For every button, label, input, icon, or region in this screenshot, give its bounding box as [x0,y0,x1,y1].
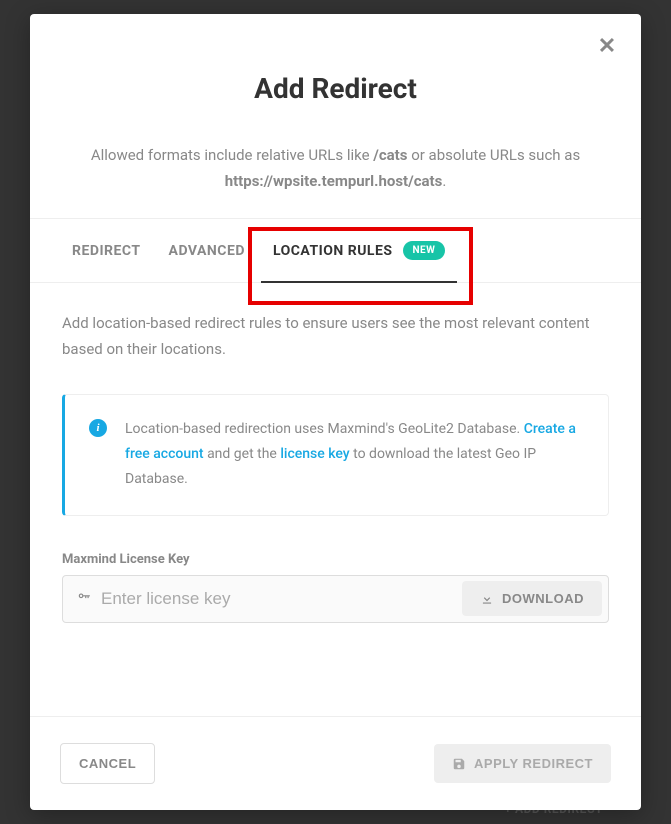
subtitle-bold: /cats [373,146,407,164]
download-button-label: DOWNLOAD [502,591,584,606]
new-badge: NEW [403,241,446,260]
download-icon [480,592,494,606]
license-key-input-row: DOWNLOAD [62,575,609,623]
apply-button-label: APPLY REDIRECT [474,756,593,771]
info-icon: i [89,419,107,437]
subtitle-text: or absolute URLs such as [407,146,580,164]
tabs-nav: REDIRECT ADVANCED LOCATION RULES NEW [30,218,641,283]
close-button[interactable]: ✕ [595,36,619,60]
tab-redirect[interactable]: REDIRECT [58,219,155,282]
body-intro-text: Add location-based redirect rules to ens… [62,311,609,362]
tab-location-rules[interactable]: LOCATION RULES NEW [259,219,460,282]
apply-redirect-button[interactable]: APPLY REDIRECT [434,744,611,783]
info-box: i Location-based redirection uses Maxmin… [62,394,609,516]
key-icon [77,590,91,608]
cancel-button[interactable]: CANCEL [60,743,155,784]
close-icon: ✕ [598,34,616,59]
info-text: Location-based redirection uses Maxmind'… [125,417,584,493]
save-icon [452,757,466,771]
license-key-link[interactable]: license key [280,446,349,462]
add-redirect-modal: ✕ Add Redirect Allowed formats include r… [30,14,641,810]
license-key-label: Maxmind License Key [62,552,609,567]
modal-footer: CANCEL APPLY REDIRECT [30,716,641,810]
subtitle-text: . [442,172,446,190]
modal-body: Add location-based redirect rules to ens… [30,283,641,716]
license-key-input[interactable] [101,576,462,622]
tab-advanced[interactable]: ADVANCED [155,219,259,282]
modal-subtitle: Allowed formats include relative URLs li… [71,143,601,194]
download-button[interactable]: DOWNLOAD [462,581,602,616]
subtitle-bold: https://wpsite.tempurl.host/cats [225,172,443,190]
modal-title: Add Redirect [70,72,601,105]
tab-label: ADVANCED [169,243,245,259]
modal-header: Add Redirect Allowed formats include rel… [30,14,641,218]
tab-label: REDIRECT [72,243,141,259]
info-text-part: Location-based redirection uses Maxmind'… [125,421,524,437]
info-text-part: and get the [204,446,281,462]
tab-label: LOCATION RULES [273,243,393,259]
subtitle-text: Allowed formats include relative URLs li… [91,146,373,164]
